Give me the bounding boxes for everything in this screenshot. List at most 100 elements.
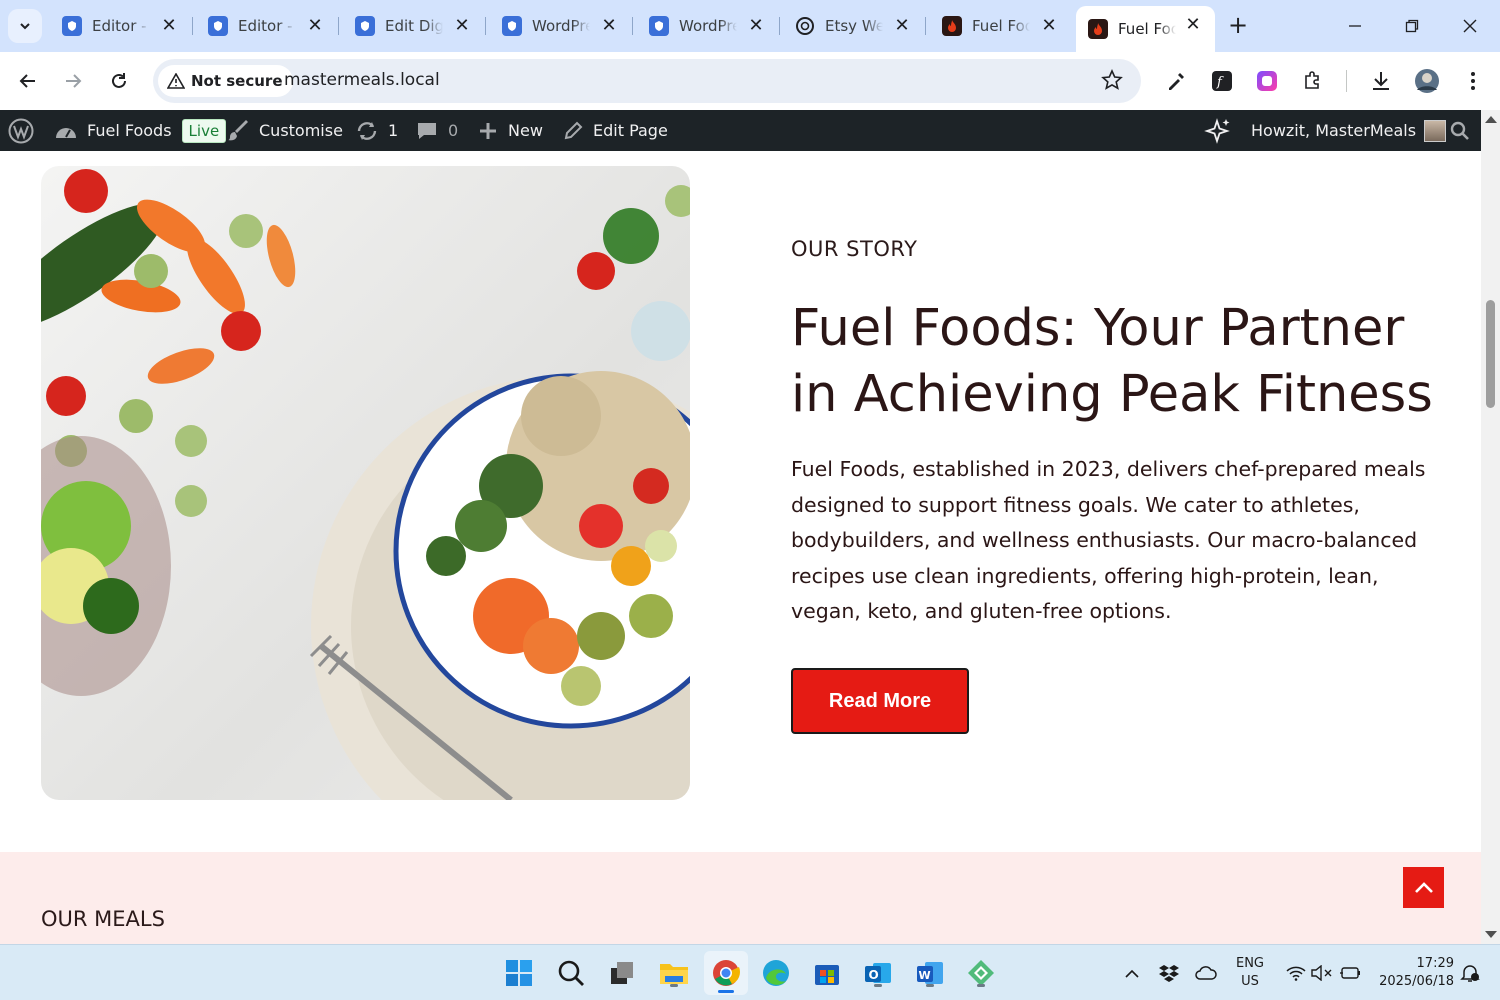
close-tab-icon[interactable]: ✕ [1039, 16, 1059, 36]
wordpress-shield-icon [502, 16, 522, 36]
comments-link[interactable]: 0 [416, 110, 458, 151]
wordpress-shield-icon [62, 16, 82, 36]
edge-icon [763, 960, 789, 986]
cloud-icon [1195, 966, 1217, 980]
input-language-indicator[interactable]: ENG US [1230, 955, 1270, 991]
page-scrollbar[interactable] [1481, 110, 1500, 944]
onedrive-tray-icon[interactable] [1190, 957, 1222, 989]
scroll-to-top-button[interactable] [1403, 867, 1444, 908]
bookmark-star-icon[interactable] [1101, 69, 1123, 91]
clock[interactable]: 17:29 2025/06/18 [1374, 955, 1454, 991]
chrome-app[interactable] [704, 951, 748, 995]
task-view-button[interactable] [606, 957, 638, 989]
scrollbar-thumb[interactable] [1486, 300, 1495, 408]
tab-5[interactable]: Etsy Web ✕ [783, 6, 926, 46]
profile-avatar[interactable] [1412, 66, 1442, 96]
updates-refresh-icon [357, 121, 377, 140]
notifications-button[interactable] [1454, 957, 1486, 989]
ai-assistant-button[interactable] [1203, 110, 1231, 151]
url-text[interactable]: mastermeals.local [284, 70, 440, 90]
active-indicator [718, 990, 734, 993]
close-icon [1463, 19, 1477, 33]
tab-title: Editor - Fuel Foods [92, 17, 150, 35]
store-bag-icon [815, 965, 839, 985]
windows-logo-icon [506, 960, 532, 986]
edit-page-link[interactable]: Edit Page [563, 110, 668, 151]
close-tab-icon[interactable]: ✕ [1183, 15, 1203, 35]
minimize-button[interactable] [1340, 12, 1370, 40]
scroll-down-arrow[interactable] [1485, 931, 1497, 938]
forward-button[interactable] [59, 67, 87, 95]
close-tab-icon[interactable]: ✕ [305, 16, 325, 36]
close-tab-icon[interactable]: ✕ [159, 16, 179, 36]
volume-tray-icon[interactable] [1306, 957, 1338, 989]
meals-title: OUR MEALS [41, 907, 165, 931]
read-more-button[interactable]: Read More [791, 668, 969, 734]
browser-menu-button[interactable] [1458, 66, 1488, 96]
close-window-button[interactable] [1455, 12, 1485, 40]
site-security-chip[interactable]: Not secure [158, 65, 293, 97]
comment-bubble-icon [418, 122, 436, 139]
task-view-icon [611, 962, 633, 984]
wp-logo-menu[interactable] [8, 110, 34, 151]
tab-6[interactable]: Fuel Foods ✕ [930, 6, 1071, 46]
openai-icon [795, 16, 815, 36]
start-button[interactable] [503, 957, 535, 989]
gradient-extension[interactable] [1252, 66, 1282, 96]
close-tab-icon[interactable]: ✕ [746, 16, 766, 36]
tab-1[interactable]: Editor - Fuel Foods ✕ [196, 6, 339, 46]
wordpress-shield-icon [649, 16, 669, 36]
story-body: Fuel Foods, established in 2023, deliver… [791, 457, 1426, 624]
tab-title: WordPress [532, 17, 590, 35]
outlook-icon: O [865, 963, 891, 983]
close-tab-icon[interactable]: ✕ [599, 16, 619, 36]
tab-search-button[interactable] [8, 9, 42, 43]
tab-4[interactable]: WordPress ✕ [637, 6, 780, 46]
restore-button[interactable] [1397, 12, 1427, 40]
live-badge: Live [181, 118, 227, 143]
extensions-button[interactable] [1298, 66, 1328, 96]
puzzle-icon [1305, 71, 1319, 89]
outlook-app[interactable]: O [862, 957, 894, 989]
tab-3[interactable]: WordPress ✕ [490, 6, 633, 46]
speaker-muted-icon [1311, 965, 1332, 981]
edge-app[interactable] [760, 957, 792, 989]
address-bar[interactable]: Not secure mastermeals.local [153, 59, 1141, 103]
color-picker-extension[interactable] [1161, 66, 1191, 96]
new-content-menu[interactable]: New [479, 110, 543, 151]
food-bowl-illustration [41, 169, 690, 800]
local-wp-app[interactable] [965, 957, 997, 989]
taskbar-search-button[interactable] [555, 957, 587, 989]
updates-link[interactable]: 1 [355, 110, 398, 151]
customise-link[interactable]: Customise [228, 110, 343, 151]
new-tab-button[interactable]: + [1228, 13, 1248, 37]
svg-text:O: O [869, 968, 879, 982]
battery-tray-icon[interactable] [1335, 957, 1367, 989]
region-code: US [1241, 974, 1259, 989]
updates-count: 1 [388, 121, 399, 140]
tab-7-active[interactable]: Fuel Foods ✕ [1076, 6, 1215, 52]
close-tab-icon[interactable]: ✕ [892, 16, 912, 36]
show-hidden-icons-button[interactable] [1116, 957, 1148, 989]
tab-2[interactable]: Edit Digital Product ✕ [343, 6, 486, 46]
reload-button[interactable] [105, 67, 133, 95]
search-icon [1450, 121, 1469, 140]
site-name-menu[interactable]: Fuel Foods Live [54, 110, 227, 151]
downloads-button[interactable] [1366, 66, 1396, 96]
close-tab-icon[interactable]: ✕ [452, 16, 472, 36]
back-button[interactable] [14, 67, 42, 95]
file-explorer-app[interactable] [658, 957, 690, 989]
tab-0[interactable]: Editor - Fuel Foods ✕ [50, 6, 193, 46]
dropbox-tray-icon[interactable] [1153, 957, 1185, 989]
my-account-menu[interactable]: Howzit, MasterMeals [1251, 110, 1447, 151]
eyedropper-icon [1169, 73, 1184, 90]
font-extension[interactable]: f [1207, 66, 1237, 96]
customise-label: Customise [259, 121, 343, 140]
scroll-up-arrow[interactable] [1485, 116, 1497, 123]
wordpress-shield-icon [208, 16, 228, 36]
word-app[interactable]: W [914, 957, 946, 989]
microsoft-store-app[interactable] [811, 957, 843, 989]
admin-search-button[interactable] [1450, 110, 1470, 151]
tab-title: Fuel Foods [1118, 20, 1176, 38]
word-icon: W [917, 962, 943, 984]
